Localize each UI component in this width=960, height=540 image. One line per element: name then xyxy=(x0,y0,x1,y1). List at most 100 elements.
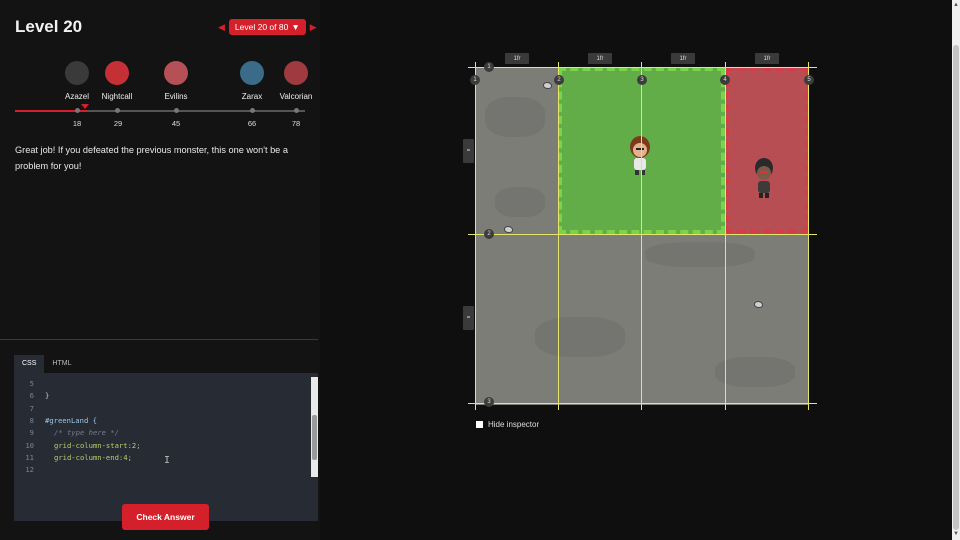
timeline-dot xyxy=(250,108,255,113)
level-number: 18 xyxy=(72,119,82,128)
level-timeline xyxy=(15,104,305,113)
game-board xyxy=(475,67,809,405)
current-level-marker xyxy=(81,104,89,109)
monster-valcorian[interactable]: Valcorian xyxy=(271,58,321,101)
prev-level-icon[interactable]: ◀ xyxy=(218,22,225,33)
red-land xyxy=(725,67,809,234)
timeline-dot xyxy=(115,108,120,113)
timeline-dot xyxy=(174,108,179,113)
grid-line xyxy=(468,67,817,68)
ground-texture xyxy=(715,357,795,387)
code-line: 10 grid-column-start:2; xyxy=(14,439,141,451)
column-line-number: 2 xyxy=(554,75,564,85)
line-number: 10 xyxy=(25,440,34,450)
timeline-dot xyxy=(294,108,299,113)
rock-icon xyxy=(543,82,552,89)
code-line: 9 /* type here */ xyxy=(14,426,119,438)
ground-texture xyxy=(535,317,625,357)
line-number: 11 xyxy=(25,452,34,462)
rock-icon xyxy=(504,226,513,233)
tab-html[interactable]: HTML xyxy=(44,355,79,373)
code-text: #greenLand { xyxy=(45,415,97,425)
level-selector-button[interactable]: Level 20 of 80 ▼ xyxy=(228,19,306,35)
line-number: 7 xyxy=(29,403,34,413)
evilins-avatar xyxy=(164,61,188,85)
monster-character-icon xyxy=(755,158,773,198)
line-number: 5 xyxy=(29,378,34,388)
code-comment: /* type here */ xyxy=(54,427,119,437)
grid-line xyxy=(641,62,642,410)
page-scrollbar-thumb[interactable] xyxy=(953,45,959,530)
inspector-checkbox[interactable] xyxy=(476,421,483,428)
monster-list: Azazel Nightcall Evilins Zarax Valcorian xyxy=(0,58,321,101)
left-panel: Level 20 ◀ Level 20 of 80 ▼ ▶ Azazel Nig… xyxy=(0,0,320,540)
grid-line xyxy=(468,234,817,235)
divider xyxy=(0,339,318,340)
column-size-label: 1fr xyxy=(671,53,695,64)
grid-line xyxy=(475,62,476,410)
code-text: grid-column-start:2; xyxy=(54,440,141,450)
column-line-number: 3 xyxy=(637,75,647,85)
grid-line xyxy=(468,403,817,404)
scroll-down-icon[interactable]: ▼ xyxy=(953,531,959,537)
hide-inspector-toggle[interactable]: Hide inspector xyxy=(476,420,539,429)
code-line: 8 #greenLand { xyxy=(14,414,97,426)
code-line: 11 grid-column-end:4; xyxy=(14,451,132,463)
level-number: 45 xyxy=(171,119,181,128)
valcorian-avatar xyxy=(284,61,308,85)
code-area[interactable]: 5 6} 7 8 #greenLand { 9 /* type here */ 10… xyxy=(14,373,318,530)
grid-line xyxy=(558,62,559,410)
column-line-number: 1 xyxy=(470,75,480,85)
code-line: 6} xyxy=(14,389,50,401)
line-number: 6 xyxy=(29,390,34,400)
row-handle[interactable]: = xyxy=(463,306,474,330)
hero-character-icon xyxy=(630,136,650,175)
inspector-label: Hide inspector xyxy=(488,420,540,429)
ground-texture xyxy=(485,97,545,137)
row-line-number: 3 xyxy=(484,397,494,407)
row-handle[interactable]: = xyxy=(463,139,474,163)
page-scrollbar[interactable]: ▲ ▼ xyxy=(952,0,960,540)
tab-css[interactable]: CSS xyxy=(14,355,45,373)
check-answer-button[interactable]: Check Answer xyxy=(122,504,209,530)
nightcall-avatar xyxy=(105,61,129,85)
monster-name: Evilins xyxy=(164,92,188,101)
row-line-number: 1 xyxy=(484,62,494,72)
line-number: 9 xyxy=(29,427,34,437)
monster-name: Nightcall xyxy=(101,92,133,101)
code-text: } xyxy=(45,390,50,400)
monster-nightcall[interactable]: Nightcall xyxy=(92,58,142,101)
code-editor: CSS HTML 5 6} 7 8 #greenLand { 9 /* type h… xyxy=(14,355,318,530)
column-size-label: 1fr xyxy=(755,53,779,64)
line-number: 8 xyxy=(29,415,34,425)
rock-icon xyxy=(754,301,763,308)
zarax-avatar xyxy=(240,61,264,85)
page-title: Level 20 xyxy=(15,17,83,36)
instructions-text: Great job! If you defeated the previous … xyxy=(15,145,288,171)
scroll-up-icon[interactable]: ▲ xyxy=(953,2,959,8)
monster-name: Zarax xyxy=(241,92,263,101)
scrollbar-thumb[interactable] xyxy=(312,415,317,460)
line-number: 12 xyxy=(25,464,34,474)
timeline-dot xyxy=(75,108,80,113)
level-selector-label: Level 20 of 80 xyxy=(234,22,289,32)
azazel-avatar xyxy=(65,61,89,85)
column-line-number: 4 xyxy=(720,75,730,85)
level-number: 66 xyxy=(247,119,257,128)
grid-line xyxy=(725,62,726,410)
monster-name: Valcorian xyxy=(279,92,313,101)
ground-texture xyxy=(645,242,755,267)
row-line-number: 2 xyxy=(484,229,494,239)
text-cursor-icon: I xyxy=(164,455,171,466)
level-number: 29 xyxy=(113,119,123,128)
ground-texture xyxy=(495,187,545,217)
level-number: 78 xyxy=(291,119,301,128)
next-level-icon[interactable]: ▶ xyxy=(310,22,317,33)
monster-zarax[interactable]: Zarax xyxy=(227,58,277,101)
editor-scrollbar[interactable] xyxy=(311,377,318,477)
monster-evilins[interactable]: Evilins xyxy=(151,58,201,101)
code-line: 5 xyxy=(14,377,45,389)
level-navigation: ◀ Level 20 of 80 ▼ ▶ xyxy=(218,19,317,35)
code-line: 12 xyxy=(14,463,45,475)
editor-tabs: CSS HTML xyxy=(14,355,318,373)
